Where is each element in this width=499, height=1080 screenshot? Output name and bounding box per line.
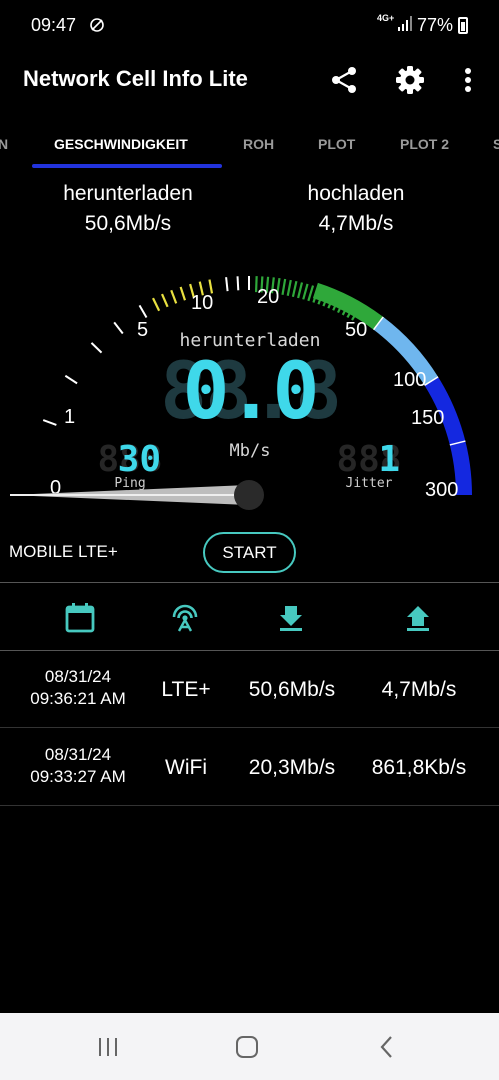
digital-speed-value: 0.0 [183, 347, 318, 437]
active-tab-indicator [32, 164, 222, 168]
jitter-value: 1 [378, 439, 400, 480]
history-time: 09:33:27 AM [30, 767, 126, 786]
download-value: 50,6Mb/s [84, 212, 172, 235]
divider [0, 582, 499, 583]
history-date: 08/31/24 [44, 667, 112, 686]
network-type: 4G+ [377, 13, 395, 23]
calendar-icon[interactable] [63, 600, 97, 634]
scale-label-5: 5 [137, 319, 148, 341]
back-icon[interactable] [372, 1033, 402, 1061]
tab-previous[interactable]: N [0, 136, 8, 152]
row-divider [0, 727, 499, 728]
app-title: Network Cell Info Lite [23, 66, 248, 91]
divider [0, 650, 499, 651]
scale-label-100: 100 [393, 369, 426, 391]
ping-value: 30 [118, 439, 161, 480]
history-download: 20,3Mb/s [248, 756, 336, 779]
status-time: 09:47 [31, 15, 77, 35]
history-upload: 861,8Kb/s [371, 756, 467, 779]
gauge-unit: Mb/s [230, 441, 271, 461]
antenna-icon[interactable] [168, 600, 202, 634]
tab-bar: N GESCHWINDIGKEIT ROH PLOT PLOT 2 S [0, 124, 499, 170]
scale-label-1: 1 [64, 406, 75, 428]
scale-label-10: 10 [191, 292, 213, 314]
row-divider [0, 805, 499, 806]
history-download: 50,6Mb/s [248, 678, 336, 701]
history-connection-type: WiFi [165, 756, 207, 779]
status-bar: 09:47 4G+ 77% [0, 0, 499, 52]
scale-label-20: 20 [257, 286, 279, 308]
scale-label-300: 300 [425, 479, 458, 501]
gauge-tick [225, 277, 229, 292]
gauge-tick [170, 289, 178, 304]
tab-speed[interactable]: GESCHWINDIGKEIT [54, 136, 188, 152]
sync-icon [90, 18, 104, 32]
system-nav-bar [0, 1013, 499, 1080]
gauge-band-blue [424, 376, 472, 496]
battery-percent: 77% [417, 15, 454, 35]
download-icon[interactable] [274, 600, 308, 634]
recent-apps-icon[interactable] [93, 1033, 123, 1061]
share-icon[interactable] [328, 64, 360, 96]
scale-label-150: 150 [411, 407, 444, 429]
gauge-tick [302, 283, 309, 300]
gauge-tick [291, 280, 298, 298]
history-time: 09:36:21 AM [30, 689, 126, 708]
start-button[interactable]: START [203, 532, 296, 573]
gauge-tick [42, 419, 57, 426]
gauge-tick [161, 293, 169, 308]
speed-gauge: 0 1 5 10 20 50 100 150 300 herunterladen… [10, 276, 472, 510]
gauge-tick [113, 321, 124, 335]
tab-plot-2[interactable]: PLOT 2 [400, 136, 449, 152]
gauge-tick [297, 282, 304, 299]
signal-icon [398, 16, 412, 31]
more-options-icon[interactable] [452, 64, 484, 96]
history-row[interactable]: 08/31/24 09:33:27 AM WiFi 20,3Mb/s 861,8… [0, 730, 499, 806]
download-label: herunterladen [63, 182, 193, 205]
gear-icon[interactable] [394, 64, 426, 96]
upload-value: 4,7Mb/s [318, 212, 394, 235]
scale-label-50: 50 [345, 319, 367, 341]
gauge-tick [138, 304, 148, 318]
home-icon[interactable] [232, 1033, 262, 1061]
upload-icon[interactable] [401, 600, 435, 634]
history-upload: 4,7Mb/s [381, 678, 457, 701]
battery-icon [458, 17, 468, 34]
history-row[interactable]: 08/31/24 09:36:21 AM LTE+ 50,6Mb/s 4,7Mb… [0, 652, 499, 728]
history-datetime: 08/31/24 09:33:27 AM [22, 744, 134, 788]
connection-type-label: MOBILE LTE+ [9, 542, 118, 561]
digital-readout: 88.8 0.0 [160, 347, 342, 437]
gauge-tick [307, 285, 315, 302]
upload-summary: hochladen 4,7Mb/s [270, 179, 442, 239]
tab-next[interactable]: S [493, 136, 499, 152]
tab-raw[interactable]: ROH [243, 136, 274, 152]
download-summary: herunterladen 50,6Mb/s [28, 179, 228, 239]
history-connection-type: LTE+ [161, 678, 211, 701]
gauge-tick [236, 276, 240, 291]
gauge-tick [64, 374, 78, 385]
jitter-label: Jitter [346, 476, 393, 491]
app-bar: Network Cell Info Lite [0, 52, 499, 110]
ping-label: Ping [114, 476, 145, 491]
tab-plot[interactable]: PLOT [318, 136, 355, 152]
gauge-tick [281, 278, 287, 295]
gauge-tick [179, 286, 187, 301]
gauge-tick [90, 342, 103, 354]
history-datetime: 08/31/24 09:36:21 AM [22, 666, 134, 710]
gauge-tick [286, 279, 292, 296]
history-date: 08/31/24 [44, 745, 112, 764]
gauge-tick [152, 297, 161, 312]
upload-label: hochladen [307, 182, 405, 205]
needle-hub [234, 480, 264, 510]
